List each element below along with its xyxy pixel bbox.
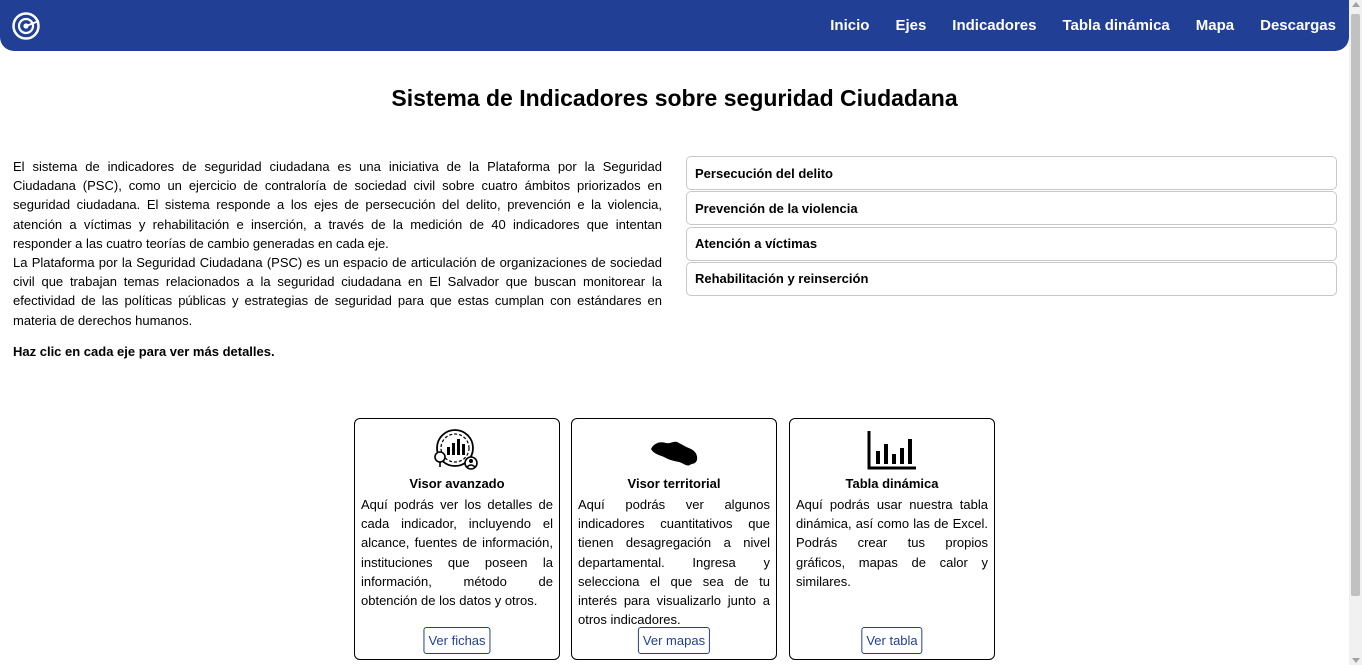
card-title: Tabla dinámica: [845, 476, 939, 491]
vertical-scrollbar[interactable]: [1349, 0, 1362, 665]
axis-prevencion-button[interactable]: Prevención de la violencia: [686, 191, 1337, 226]
intro-paragraph-2: La Plataforma por la Seguridad Ciudadana…: [13, 255, 662, 328]
nav-descargas[interactable]: Descargas: [1260, 17, 1336, 34]
nav-tabla-dinamica[interactable]: Tabla dinámica: [1063, 17, 1170, 34]
bar-chart-icon: [867, 431, 916, 470]
card-description: Aquí podrás ver los detalles de cada ind…: [361, 497, 553, 609]
card-description: Aquí podrás usar nuestra tabla dinámica,…: [796, 497, 988, 589]
card-visor-territorial: Visor territorial Aquí podrás ver alguno…: [571, 418, 777, 660]
main-nav: Inicio Ejes Indicadores Tabla dinámica M…: [830, 0, 1336, 51]
card-title: Visor avanzado: [409, 476, 505, 491]
ver-mapas-button[interactable]: Ver mapas: [637, 627, 711, 654]
card-title: Visor territorial: [627, 476, 721, 491]
ver-fichas-button[interactable]: Ver fichas: [423, 627, 491, 654]
nav-mapa[interactable]: Mapa: [1196, 17, 1234, 34]
el-salvador-map-icon: [651, 441, 698, 466]
top-navbar: Inicio Ejes Indicadores Tabla dinámica M…: [0, 0, 1349, 51]
page-title: Sistema de Indicadores sobre seguridad C…: [391, 85, 958, 111]
nav-indicadores[interactable]: Indicadores: [952, 17, 1036, 34]
axis-atencion-button[interactable]: Atención a víctimas: [686, 226, 1337, 261]
scroll-down-arrow-icon[interactable]: [1352, 658, 1360, 663]
ver-tabla-button[interactable]: Ver tabla: [861, 627, 923, 654]
nav-ejes[interactable]: Ejes: [895, 17, 926, 34]
axes-list: Persecución del delito Prevención de la …: [686, 156, 1337, 297]
intro-text: El sistema de indicadores de seguridad c…: [13, 157, 662, 330]
logo-icon[interactable]: [12, 12, 40, 40]
scroll-up-arrow-icon[interactable]: [1352, 2, 1360, 7]
click-hint: Haz clic en cada eje para ver más detall…: [13, 344, 275, 359]
card-tabla-dinamica: Tabla dinámica Aquí podrás usar nuestra …: [789, 418, 995, 660]
scrollbar-thumb[interactable]: [1351, 14, 1360, 596]
axis-persecucion-button[interactable]: Persecución del delito: [686, 156, 1337, 190]
card-visor-avanzado: Visor avanzado Aquí podrás ver los detal…: [354, 418, 560, 660]
nav-inicio[interactable]: Inicio: [830, 17, 869, 34]
analytics-gear-icon: [434, 429, 478, 470]
intro-paragraph-1: El sistema de indicadores de seguridad c…: [13, 159, 662, 251]
card-description: Aquí podrás ver algunos indicadores cuan…: [578, 497, 770, 628]
axis-rehabilitacion-button[interactable]: Rehabilitación y reinserción: [686, 261, 1337, 296]
